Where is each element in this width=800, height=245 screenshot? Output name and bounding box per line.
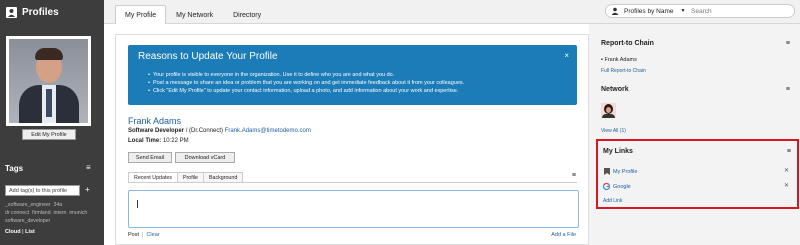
tag-view-toggle: Cloud | List — [5, 229, 35, 235]
report-chain-item: ▪ Frank Adams — [601, 57, 637, 63]
my-links-title: My Links — [603, 148, 633, 155]
search-input[interactable] — [691, 7, 771, 15]
network-title: Network — [601, 86, 629, 93]
my-link-row: My Profile — [603, 168, 637, 175]
app-title: Profiles — [0, 0, 104, 24]
list-view-link[interactable]: List — [25, 229, 35, 235]
profile-icon — [6, 6, 17, 18]
chain-dot-icon: ▪ — [601, 57, 603, 63]
tabs-divider — [128, 182, 577, 183]
chevron-down-icon[interactable]: ▼ — [679, 8, 687, 14]
left-sidebar: Edit My Profile Tags ≡ Add tag(s) to thi… — [0, 24, 104, 245]
local-time: Local Time: 10:22 PM — [128, 138, 189, 144]
email-link[interactable]: Frank.Adams@timetodemo.com — [225, 128, 311, 134]
remove-link-icon[interactable]: ✕ — [784, 182, 789, 189]
person-icon — [611, 7, 619, 15]
banner-item: Click "Edit My Profile" to update your c… — [148, 87, 464, 95]
edit-profile-button[interactable]: Edit My Profile — [22, 129, 76, 140]
my-link-my-profile[interactable]: My Profile — [613, 169, 637, 175]
tags-input[interactable]: Add tag(s) to this profile — [5, 185, 80, 196]
my-link-row: Google — [603, 183, 631, 190]
add-tag-button[interactable]: + — [85, 185, 90, 194]
banner-title: Reasons to Update Your Profile — [138, 51, 278, 62]
chain-person[interactable]: Frank Adams — [604, 57, 636, 63]
download-vcard-button[interactable]: Download vCard — [175, 152, 235, 163]
tag[interactable]: imunich — [69, 210, 87, 216]
post-separator: | — [142, 232, 144, 238]
profile-photo — [6, 36, 91, 126]
tag[interactable]: _software_engineer — [5, 202, 51, 208]
tag[interactable]: software_developer — [5, 218, 50, 224]
tag[interactable]: intern — [53, 210, 66, 216]
post-actions: Post | Clear — [128, 232, 160, 238]
person-role: Software Developer / (Dr.Connect) Frank.… — [128, 128, 311, 134]
search-mode-select[interactable]: Profiles by Name — [624, 8, 679, 15]
job-title: Software Developer — [128, 128, 185, 134]
local-time-label: Local Time: — [128, 138, 162, 144]
banner-list: Your profile is visible to everyone in t… — [148, 71, 464, 95]
view-all-network-link[interactable]: View All (1) — [601, 128, 626, 134]
tag[interactable]: 34a — [53, 202, 62, 208]
tag-list: _software_engineer 34a dr connect firmla… — [5, 201, 100, 225]
network-avatar[interactable] — [601, 103, 616, 118]
status-update-input[interactable] — [128, 190, 579, 228]
cloud-view-link[interactable]: Cloud — [5, 229, 21, 235]
search-bar: Profiles by Name ▼ — [605, 4, 795, 18]
tab-my-network[interactable]: My Network — [166, 5, 223, 24]
bookmark-icon — [603, 168, 610, 175]
local-time-value: 10:22 PM — [161, 138, 189, 144]
my-links-panel: My Links ≡ My Profile ✕ Google ✕ Add Lin… — [596, 139, 799, 209]
tag[interactable]: dr connect — [5, 210, 29, 216]
main-tabs: My Profile My Network Directory — [115, 5, 271, 24]
tab-my-profile[interactable]: My Profile — [115, 5, 167, 24]
tags-title: Tags — [5, 164, 24, 173]
banner-item: Your profile is visible to everyone in t… — [148, 71, 464, 79]
google-icon — [603, 183, 610, 190]
add-link-button[interactable]: Add Link — [603, 198, 622, 204]
remove-link-icon[interactable]: ✕ — [784, 167, 789, 174]
add-file-link[interactable]: Add a File — [551, 232, 576, 238]
view-separator: | — [22, 229, 24, 235]
person-name: Frank Adams — [128, 116, 182, 126]
avatar — [9, 39, 88, 123]
report-chain-title: Report-to Chain — [601, 40, 654, 47]
full-report-chain-link[interactable]: Full Report-to Chain — [601, 68, 646, 74]
send-email-button[interactable]: Send Email — [128, 152, 172, 163]
my-link-google[interactable]: Google — [613, 184, 631, 190]
close-icon[interactable]: × — [564, 51, 569, 60]
my-links-menu-icon[interactable]: ≡ — [787, 148, 791, 155]
report-chain-menu-icon[interactable]: ≡ — [786, 40, 790, 47]
profile-main: Reasons to Update Your Profile × Your pr… — [115, 34, 589, 245]
tab-directory[interactable]: Directory — [223, 5, 271, 24]
right-column: Report-to Chain ≡ ▪ Frank Adams Full Rep… — [589, 24, 800, 245]
tabs-menu-icon[interactable]: ≡ — [572, 172, 576, 179]
post-button[interactable]: Post — [128, 232, 139, 238]
text-cursor — [137, 200, 138, 208]
network-menu-icon[interactable]: ≡ — [786, 86, 790, 93]
update-profile-banner: Reasons to Update Your Profile × Your pr… — [128, 45, 577, 105]
organization: / (Dr.Connect) — [184, 128, 225, 134]
clear-button[interactable]: Clear — [146, 232, 159, 238]
app-title-text: Profiles — [22, 6, 59, 18]
tag[interactable]: firmland — [32, 210, 50, 216]
tags-menu-icon[interactable]: ≡ — [86, 163, 91, 172]
banner-item: Post a message to share an idea or probl… — [148, 79, 464, 87]
